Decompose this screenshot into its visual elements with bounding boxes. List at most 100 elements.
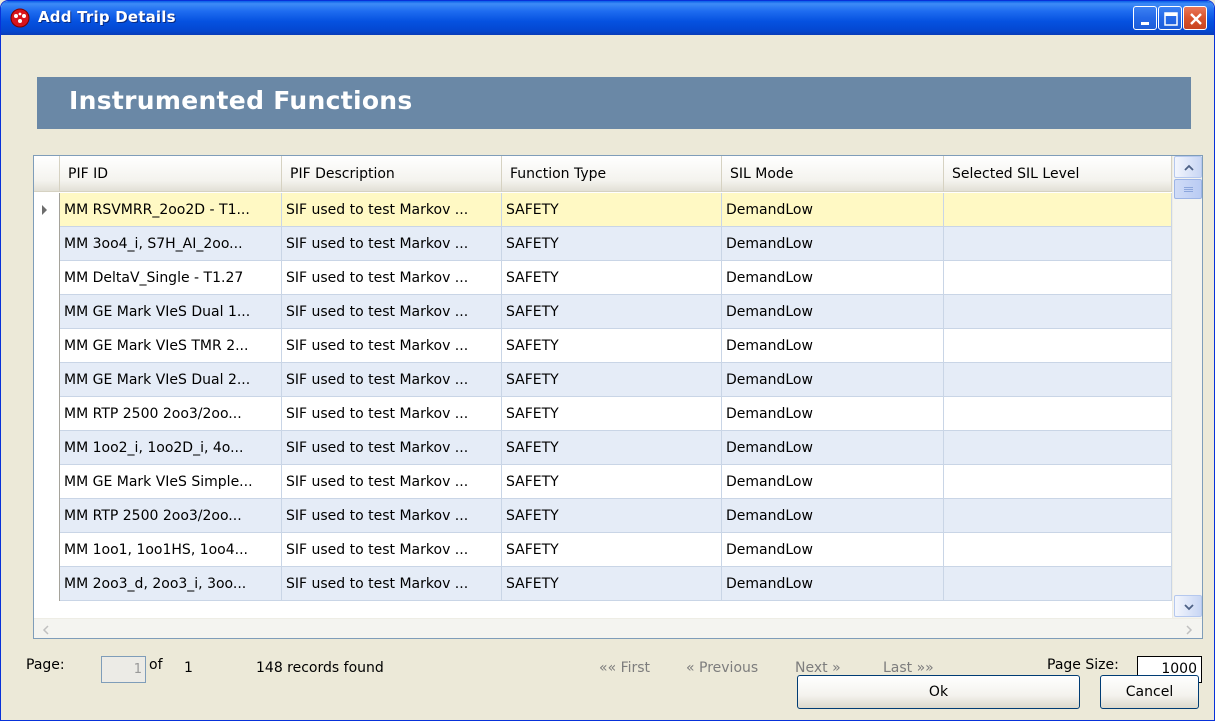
cell-sil-mode[interactable]: DemandLow [722,567,944,601]
cell-pif-id[interactable]: MM GE Mark VIeS Simple... [60,465,282,499]
cell-selected-sil-level[interactable] [944,193,1172,227]
cell-selected-sil-level[interactable] [944,363,1172,397]
cell-selected-sil-level[interactable] [944,295,1172,329]
row-selector[interactable] [34,329,60,363]
cell-selected-sil-level[interactable] [944,499,1172,533]
cell-pif-description[interactable]: SIF used to test Markov ... [282,363,502,397]
next-page-link[interactable]: Next » [795,660,841,676]
cell-pif-description[interactable]: SIF used to test Markov ... [282,227,502,261]
table-row[interactable]: MM RTP 2500 2oo3/2oo... SIF used to test … [34,397,1172,431]
cell-pif-description[interactable]: SIF used to test Markov ... [282,329,502,363]
row-selector[interactable] [34,533,60,567]
cell-function-type[interactable]: SAFETY [502,329,722,363]
table-row[interactable]: MM RTP 2500 2oo3/2oo... SIF used to test … [34,499,1172,533]
cell-pif-description[interactable]: SIF used to test Markov ... [282,261,502,295]
cancel-button[interactable]: Cancel [1100,675,1199,709]
cell-function-type[interactable]: SAFETY [502,499,722,533]
cell-selected-sil-level[interactable] [944,533,1172,567]
cell-function-type[interactable]: SAFETY [502,533,722,567]
last-page-link[interactable]: Last »» [883,660,934,676]
cell-function-type[interactable]: SAFETY [502,227,722,261]
ok-button[interactable]: Ok [797,675,1080,709]
table-row[interactable]: MM 2oo3_d, 2oo3_i, 3oo... SIF used to tes… [34,567,1172,601]
cell-function-type[interactable]: SAFETY [502,261,722,295]
cell-sil-mode[interactable]: DemandLow [722,363,944,397]
vertical-scrollbar[interactable] [1172,156,1202,618]
row-selector[interactable] [34,227,60,261]
table-row[interactable]: MM 1oo2_i, 1oo2D_i, 4o... SIF used to tes… [34,431,1172,465]
cell-sil-mode[interactable]: DemandLow [722,533,944,567]
row-selector[interactable] [34,499,60,533]
cell-selected-sil-level[interactable] [944,431,1172,465]
row-selector[interactable] [34,567,60,601]
cell-pif-description[interactable]: SIF used to test Markov ... [282,397,502,431]
table-row[interactable]: MM GE Mark VIeS Simple... SIF used to tes… [34,465,1172,499]
row-selector[interactable] [34,397,60,431]
table-row[interactable]: MM RSVMRR_2oo2D - T1... SIF used to test … [34,193,1172,227]
cell-function-type[interactable]: SAFETY [502,431,722,465]
cell-function-type[interactable]: SAFETY [502,567,722,601]
cell-sil-mode[interactable]: DemandLow [722,431,944,465]
cell-pif-id[interactable]: MM 1oo1, 1oo1HS, 1oo4... [60,533,282,567]
cell-sil-mode[interactable]: DemandLow [722,261,944,295]
table-row[interactable]: MM GE Mark VIeS Dual 2... SIF used to tes… [34,363,1172,397]
scroll-right-button[interactable] [1178,620,1200,638]
cell-sil-mode[interactable]: DemandLow [722,397,944,431]
row-selector[interactable] [34,295,60,329]
cell-pif-id[interactable]: MM DeltaV_Single - T1.27 [60,261,282,295]
table-row[interactable]: MM GE Mark VIeS TMR 2... SIF used to test… [34,329,1172,363]
cell-pif-description[interactable]: SIF used to test Markov ... [282,465,502,499]
cell-pif-id[interactable]: MM 3oo4_i, S7H_AI_2oo... [60,227,282,261]
row-selector[interactable] [34,261,60,295]
cell-pif-id[interactable]: MM GE Mark VIeS TMR 2... [60,329,282,363]
cell-sil-mode[interactable]: DemandLow [722,465,944,499]
cell-pif-id[interactable]: MM RTP 2500 2oo3/2oo... [60,397,282,431]
cell-pif-id[interactable]: MM RTP 2500 2oo3/2oo... [60,499,282,533]
cell-function-type[interactable]: SAFETY [502,465,722,499]
scroll-left-button[interactable] [35,620,57,638]
cell-selected-sil-level[interactable] [944,227,1172,261]
cell-sil-mode[interactable]: DemandLow [722,329,944,363]
column-header-sil-mode[interactable]: SIL Mode [722,156,944,192]
cell-selected-sil-level[interactable] [944,261,1172,295]
cell-selected-sil-level[interactable] [944,567,1172,601]
column-header-pif-description[interactable]: PIF Description [282,156,502,192]
cell-pif-description[interactable]: SIF used to test Markov ... [282,295,502,329]
cell-sil-mode[interactable]: DemandLow [722,499,944,533]
cell-selected-sil-level[interactable] [944,465,1172,499]
row-selector[interactable] [34,193,60,227]
scroll-down-button[interactable] [1174,595,1202,617]
cell-pif-id[interactable]: MM 1oo2_i, 1oo2D_i, 4o... [60,431,282,465]
minimize-button[interactable] [1133,6,1157,30]
cell-pif-id[interactable]: MM RSVMRR_2oo2D - T1... [60,193,282,227]
cell-pif-description[interactable]: SIF used to test Markov ... [282,533,502,567]
cell-function-type[interactable]: SAFETY [502,295,722,329]
row-selector[interactable] [34,465,60,499]
close-button[interactable] [1183,6,1207,30]
cell-function-type[interactable]: SAFETY [502,363,722,397]
cell-function-type[interactable]: SAFETY [502,193,722,227]
table-row[interactable]: MM 1oo1, 1oo1HS, 1oo4... SIF used to test… [34,533,1172,567]
cell-pif-id[interactable]: MM GE Mark VIeS Dual 1... [60,295,282,329]
cell-selected-sil-level[interactable] [944,397,1172,431]
first-page-link[interactable]: «« First [599,660,650,676]
row-selector[interactable] [34,431,60,465]
cell-sil-mode[interactable]: DemandLow [722,227,944,261]
title-bar[interactable]: Add Trip Details [1,1,1214,35]
column-header-function-type[interactable]: Function Type [502,156,722,192]
scroll-up-button[interactable] [1174,156,1202,178]
cell-pif-description[interactable]: SIF used to test Markov ... [282,499,502,533]
previous-page-link[interactable]: « Previous [686,660,758,676]
cell-pif-description[interactable]: SIF used to test Markov ... [282,567,502,601]
cell-pif-description[interactable]: SIF used to test Markov ... [282,193,502,227]
page-number-input[interactable]: 1 [101,656,146,683]
cell-sil-mode[interactable]: DemandLow [722,193,944,227]
horizontal-scrollbar[interactable] [34,618,1202,638]
scroll-thumb[interactable] [1174,179,1202,199]
cell-pif-id[interactable]: MM GE Mark VIeS Dual 2... [60,363,282,397]
table-row[interactable]: MM DeltaV_Single - T1.27 SIF used to test… [34,261,1172,295]
table-row[interactable]: MM GE Mark VIeS Dual 1... SIF used to tes… [34,295,1172,329]
cell-sil-mode[interactable]: DemandLow [722,295,944,329]
table-row[interactable]: MM 3oo4_i, S7H_AI_2oo... SIF used to test… [34,227,1172,261]
row-selector[interactable] [34,363,60,397]
